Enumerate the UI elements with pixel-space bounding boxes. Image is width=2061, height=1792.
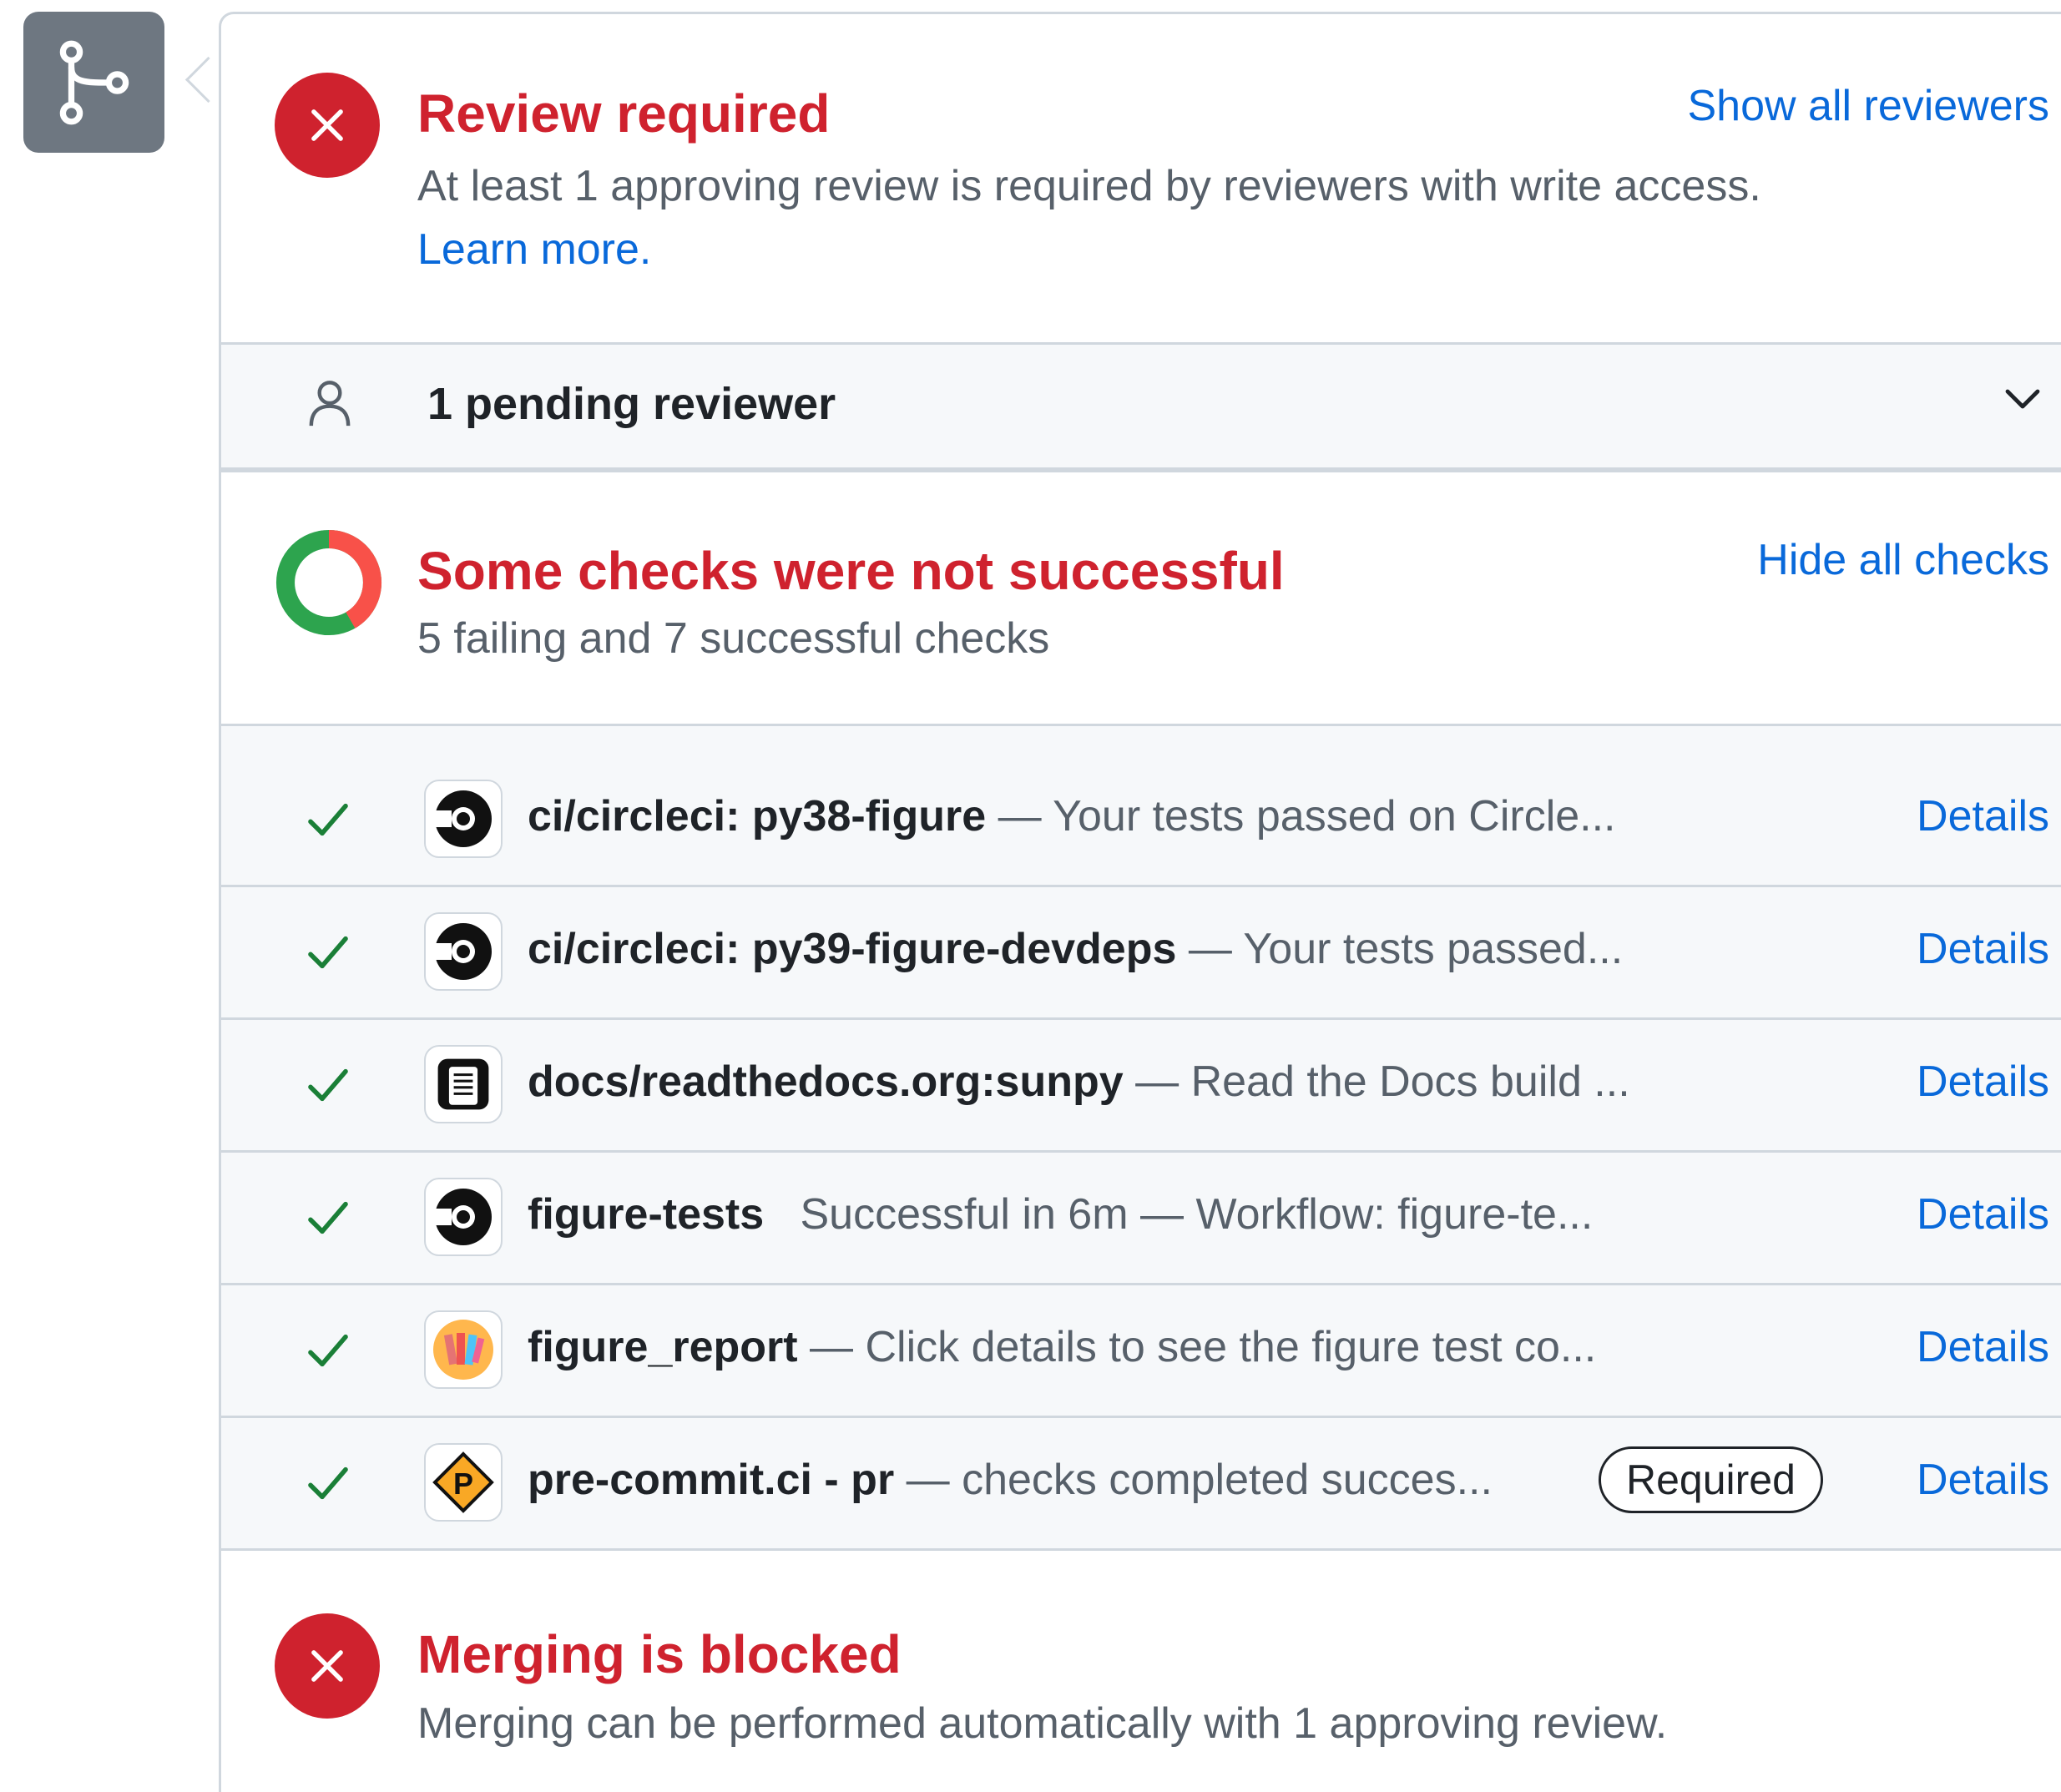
precommit-icon: P xyxy=(424,1443,503,1522)
check-description: Successful in 6m — Workflow: figure-te..… xyxy=(764,1190,1594,1239)
check-icon xyxy=(305,1062,351,1113)
learn-more-link[interactable]: Learn more. xyxy=(417,225,651,275)
check-row: figure_report — Click details to see the… xyxy=(221,1285,2061,1418)
x-circle-icon xyxy=(275,1613,380,1719)
merge-blocked-section: Merging is blocked Merging can be perfor… xyxy=(221,1555,2061,1792)
check-row: docs/readthedocs.org:sunpy — Read the Do… xyxy=(221,1020,2061,1153)
pending-reviewer-label: 1 pending reviewer xyxy=(427,379,836,429)
check-text: ci/circleci: py39-figure-devdeps — Your … xyxy=(528,924,1623,974)
required-badge: Required xyxy=(1599,1446,1823,1513)
checks-summary: 5 failing and 7 successful checks xyxy=(417,614,1050,663)
check-description: — Click details to see the figure test c… xyxy=(797,1323,1597,1371)
merge-blocked-title: Merging is blocked xyxy=(417,1624,902,1684)
review-section: Review required Show all reviewers At le… xyxy=(221,14,2061,342)
check-icon xyxy=(305,1194,351,1245)
chevron-down-icon[interactable] xyxy=(2003,386,2043,417)
details-link[interactable]: Details xyxy=(1917,1322,2049,1372)
circleci-icon xyxy=(424,1178,503,1256)
x-circle-icon xyxy=(275,73,380,178)
details-link[interactable]: Details xyxy=(1917,1057,2049,1107)
merge-blocked-description: Merging can be performed automatically w… xyxy=(417,1699,1668,1748)
details-link[interactable]: Details xyxy=(1917,791,2049,841)
circleci-icon xyxy=(424,912,503,991)
check-description: — Your tests passed... xyxy=(1176,925,1624,973)
check-icon xyxy=(305,796,351,847)
check-description: — checks completed succes... xyxy=(894,1456,1493,1504)
checks-status-ring-icon xyxy=(275,528,383,641)
check-row: figure-tests Successful in 6m — Workflow… xyxy=(221,1153,2061,1285)
show-all-reviewers-link[interactable]: Show all reviewers xyxy=(1688,81,2050,131)
check-row: ci/circleci: py39-figure-devdeps — Your … xyxy=(221,887,2061,1020)
pending-reviewer-row[interactable]: 1 pending reviewer xyxy=(221,342,2061,472)
checks-title: Some checks were not successful xyxy=(417,541,1285,601)
check-text: figure_report — Click details to see the… xyxy=(528,1322,1596,1372)
merge-status-panel: Review required Show all reviewers At le… xyxy=(219,12,2061,1792)
check-text: docs/readthedocs.org:sunpy — Read the Do… xyxy=(528,1057,1630,1107)
check-icon xyxy=(305,1327,351,1378)
check-name: ci/circleci: py39-figure-devdeps xyxy=(528,925,1177,973)
check-icon xyxy=(305,929,351,980)
review-title: Review required xyxy=(417,83,831,144)
check-row: P pre-commit.ci - pr — checks completed … xyxy=(221,1418,2061,1551)
details-link[interactable]: Details xyxy=(1917,1189,2049,1239)
details-link[interactable]: Details xyxy=(1917,1455,2049,1505)
circleci-icon xyxy=(424,780,503,858)
hide-all-checks-link[interactable]: Hide all checks xyxy=(1757,535,2049,585)
check-description: — Your tests passed on Circle... xyxy=(986,792,1616,840)
checks-section: Some checks were not successful Hide all… xyxy=(221,470,2061,724)
merge-box-root: Review required Show all reviewers At le… xyxy=(0,0,2061,1792)
check-name: pre-commit.ci - pr xyxy=(528,1456,895,1504)
check-name: docs/readthedocs.org:sunpy xyxy=(528,1058,1124,1106)
check-text: ci/circleci: py38-figure — Your tests pa… xyxy=(528,791,1616,841)
check-text: figure-tests Successful in 6m — Workflow… xyxy=(528,1189,1593,1239)
check-name: ci/circleci: py38-figure xyxy=(528,792,987,840)
svg-text:P: P xyxy=(453,1466,473,1501)
check-name: figure-tests xyxy=(528,1190,765,1239)
readthedocs-icon xyxy=(424,1045,503,1123)
check-text: pre-commit.ci - pr — checks completed su… xyxy=(528,1455,1493,1505)
check-name: figure_report xyxy=(528,1323,798,1371)
person-icon xyxy=(305,376,355,434)
check-description: — Read the Docs build ... xyxy=(1123,1058,1630,1106)
check-icon xyxy=(305,1460,351,1511)
details-link[interactable]: Details xyxy=(1917,924,2049,974)
check-row: ci/circleci: py38-figure — Your tests pa… xyxy=(221,755,2061,887)
figure-report-icon xyxy=(424,1310,503,1389)
review-description: At least 1 approving review is required … xyxy=(417,162,1761,210)
git-merge-icon xyxy=(23,12,164,153)
